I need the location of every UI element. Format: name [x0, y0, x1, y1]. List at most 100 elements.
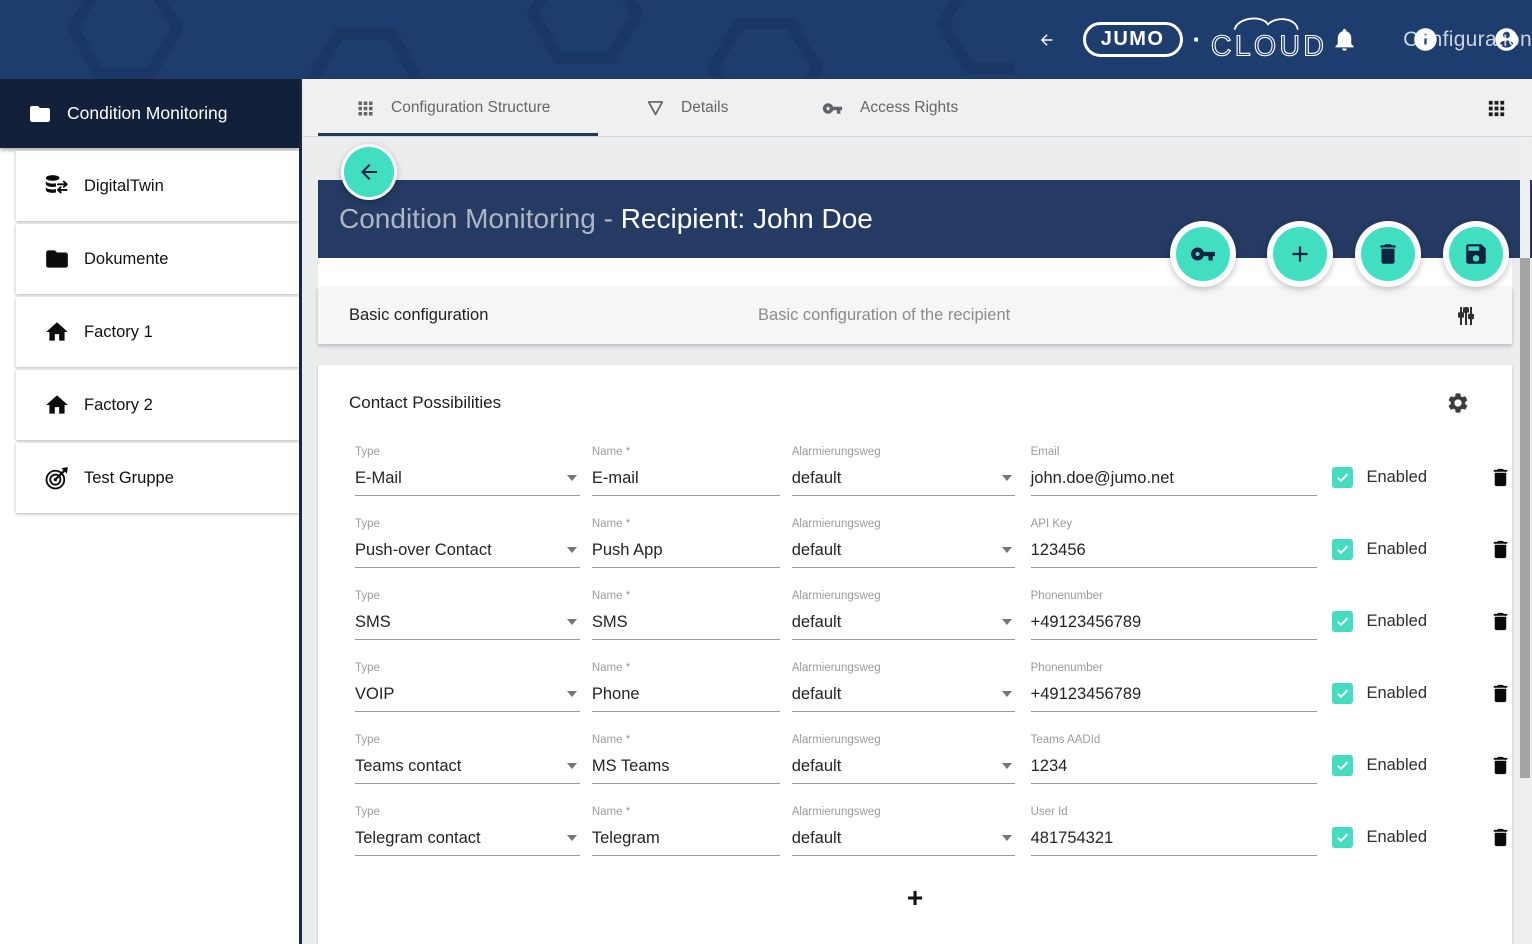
- tune-sliders-icon[interactable]: [1454, 304, 1478, 328]
- add-contact-button[interactable]: +: [318, 883, 1512, 913]
- delete-row-trash-icon[interactable]: [1489, 754, 1512, 777]
- sidebar-item-dokumente[interactable]: Dokumente: [16, 224, 299, 294]
- type-field: Type SMS: [355, 589, 580, 640]
- delete-row-trash-icon[interactable]: [1489, 682, 1512, 705]
- type-select[interactable]: E-Mail: [355, 467, 580, 496]
- basic-configuration-row[interactable]: Basic configuration Basic configuration …: [318, 287, 1512, 344]
- sidebar-item-test-gruppe[interactable]: Test Gruppe: [16, 443, 299, 513]
- enabled-group: Enabled: [1332, 467, 1427, 488]
- target-icon: [44, 465, 70, 491]
- alarmierungsweg-select[interactable]: default: [792, 539, 1015, 568]
- type-select[interactable]: Teams contact: [355, 755, 580, 784]
- contact-row: Type SMS Name * SMS Alarmierungsweg defa…: [318, 589, 1512, 661]
- folder-icon: [28, 102, 52, 126]
- grid-icon: [355, 98, 376, 119]
- delete-row-trash-icon[interactable]: [1489, 610, 1512, 633]
- extra-field: Phonenumber +49123456789: [1031, 589, 1318, 640]
- dropdown-arrow-icon: [1002, 763, 1012, 769]
- type-value: E-Mail: [355, 467, 402, 489]
- delete-button[interactable]: [1361, 227, 1415, 281]
- sidebar-item-factory-1[interactable]: Factory 1: [16, 297, 299, 367]
- funnel-icon: [645, 98, 666, 119]
- banner-title-prefix: Condition Monitoring -: [339, 203, 621, 234]
- tab-access-rights[interactable]: Access Rights: [820, 79, 958, 137]
- sidebar: Condition Monitoring DigitalTwin Dokumen…: [0, 79, 302, 944]
- sidebar-item-factory-2[interactable]: Factory 2: [16, 370, 299, 440]
- extra-value: 481754321: [1031, 827, 1114, 849]
- enabled-label: Enabled: [1366, 828, 1427, 847]
- scrollbar-track[interactable]: [1520, 137, 1530, 944]
- scrollbar-thumb[interactable]: [1520, 258, 1530, 778]
- name-input[interactable]: MS Teams: [592, 755, 780, 784]
- notifications-bell-icon[interactable]: [1331, 26, 1358, 53]
- dropdown-arrow-icon: [1002, 691, 1012, 697]
- name-input[interactable]: E-mail: [592, 467, 780, 496]
- alarmierungsweg-select[interactable]: default: [792, 683, 1015, 712]
- name-input[interactable]: Telegram: [592, 827, 780, 856]
- enabled-group: Enabled: [1332, 539, 1427, 560]
- extra-input[interactable]: 123456: [1031, 539, 1318, 568]
- enabled-checkbox[interactable]: [1332, 683, 1353, 704]
- enabled-checkbox[interactable]: [1332, 539, 1353, 560]
- name-input[interactable]: SMS: [592, 611, 780, 640]
- alarmierungsweg-select[interactable]: default: [792, 467, 1015, 496]
- delete-row-trash-icon[interactable]: [1489, 826, 1512, 849]
- enabled-label: Enabled: [1366, 756, 1427, 775]
- sidebar-item-label: DigitalTwin: [84, 177, 164, 196]
- jumo-cloud-logo: JUMO · CLOUD: [1083, 15, 1329, 65]
- gear-icon[interactable]: [1446, 391, 1470, 415]
- alarmierungsweg-select[interactable]: default: [792, 611, 1015, 640]
- extra-field: Email john.doe@jumo.net: [1031, 445, 1318, 496]
- tab-configuration-structure[interactable]: Configuration Structure: [355, 79, 550, 137]
- name-input[interactable]: Phone: [592, 683, 780, 712]
- back-arrow-icon[interactable]: [1038, 27, 1055, 53]
- delete-row-trash-icon[interactable]: [1489, 466, 1512, 489]
- extra-field: Phonenumber +49123456789: [1031, 661, 1318, 712]
- extra-input[interactable]: 1234: [1031, 755, 1318, 784]
- enabled-label: Enabled: [1366, 540, 1427, 559]
- type-value: VOIP: [355, 683, 394, 705]
- alarmierungsweg-select[interactable]: default: [792, 755, 1015, 784]
- enabled-checkbox[interactable]: [1332, 827, 1353, 848]
- extra-input[interactable]: 481754321: [1031, 827, 1318, 856]
- check-icon: [1335, 830, 1350, 845]
- delete-row-trash-icon[interactable]: [1489, 538, 1512, 561]
- type-select[interactable]: Telegram contact: [355, 827, 580, 856]
- extra-label: API Key: [1031, 517, 1318, 531]
- key-icon: [1190, 241, 1216, 267]
- enabled-checkbox[interactable]: [1332, 755, 1353, 776]
- contact-row: Type Push-over Contact Name * Push App A…: [318, 517, 1512, 589]
- tab-details[interactable]: Details: [645, 79, 728, 137]
- save-icon: [1463, 241, 1489, 267]
- type-select[interactable]: Push-over Contact: [355, 539, 580, 568]
- contact-row: Type VOIP Name * Phone Alarmierungsweg d…: [318, 661, 1512, 733]
- enabled-label: Enabled: [1366, 612, 1427, 631]
- extra-input[interactable]: +49123456789: [1031, 611, 1318, 640]
- dropdown-arrow-icon: [1002, 547, 1012, 553]
- sidebar-item-digitaltwin[interactable]: DigitalTwin: [16, 151, 299, 221]
- alarmierungsweg-select[interactable]: default: [792, 827, 1015, 856]
- sidebar-item-condition-monitoring[interactable]: Condition Monitoring: [0, 79, 299, 148]
- type-select[interactable]: VOIP: [355, 683, 580, 712]
- add-button[interactable]: [1273, 227, 1327, 281]
- type-field: Type Teams contact: [355, 733, 580, 784]
- access-key-button[interactable]: [1176, 227, 1230, 281]
- extra-input[interactable]: +49123456789: [1031, 683, 1318, 712]
- basic-configuration-subtitle: Basic configuration of the recipient: [758, 306, 1010, 325]
- account-icon[interactable]: [1493, 26, 1520, 53]
- extra-input[interactable]: john.doe@jumo.net: [1031, 467, 1318, 496]
- type-field: Type E-Mail: [355, 445, 580, 496]
- extra-label: Phonenumber: [1031, 589, 1318, 603]
- save-button[interactable]: [1449, 227, 1503, 281]
- type-select[interactable]: SMS: [355, 611, 580, 640]
- apps-grid-icon[interactable]: [1485, 97, 1508, 120]
- enabled-checkbox[interactable]: [1332, 611, 1353, 632]
- type-label: Type: [355, 589, 580, 603]
- tab-label: Details: [681, 99, 728, 117]
- type-label: Type: [355, 805, 580, 819]
- back-button[interactable]: [344, 147, 394, 197]
- type-value: Push-over Contact: [355, 539, 492, 561]
- name-input[interactable]: Push App: [592, 539, 780, 568]
- enabled-checkbox[interactable]: [1332, 467, 1353, 488]
- info-icon[interactable]: [1412, 26, 1439, 53]
